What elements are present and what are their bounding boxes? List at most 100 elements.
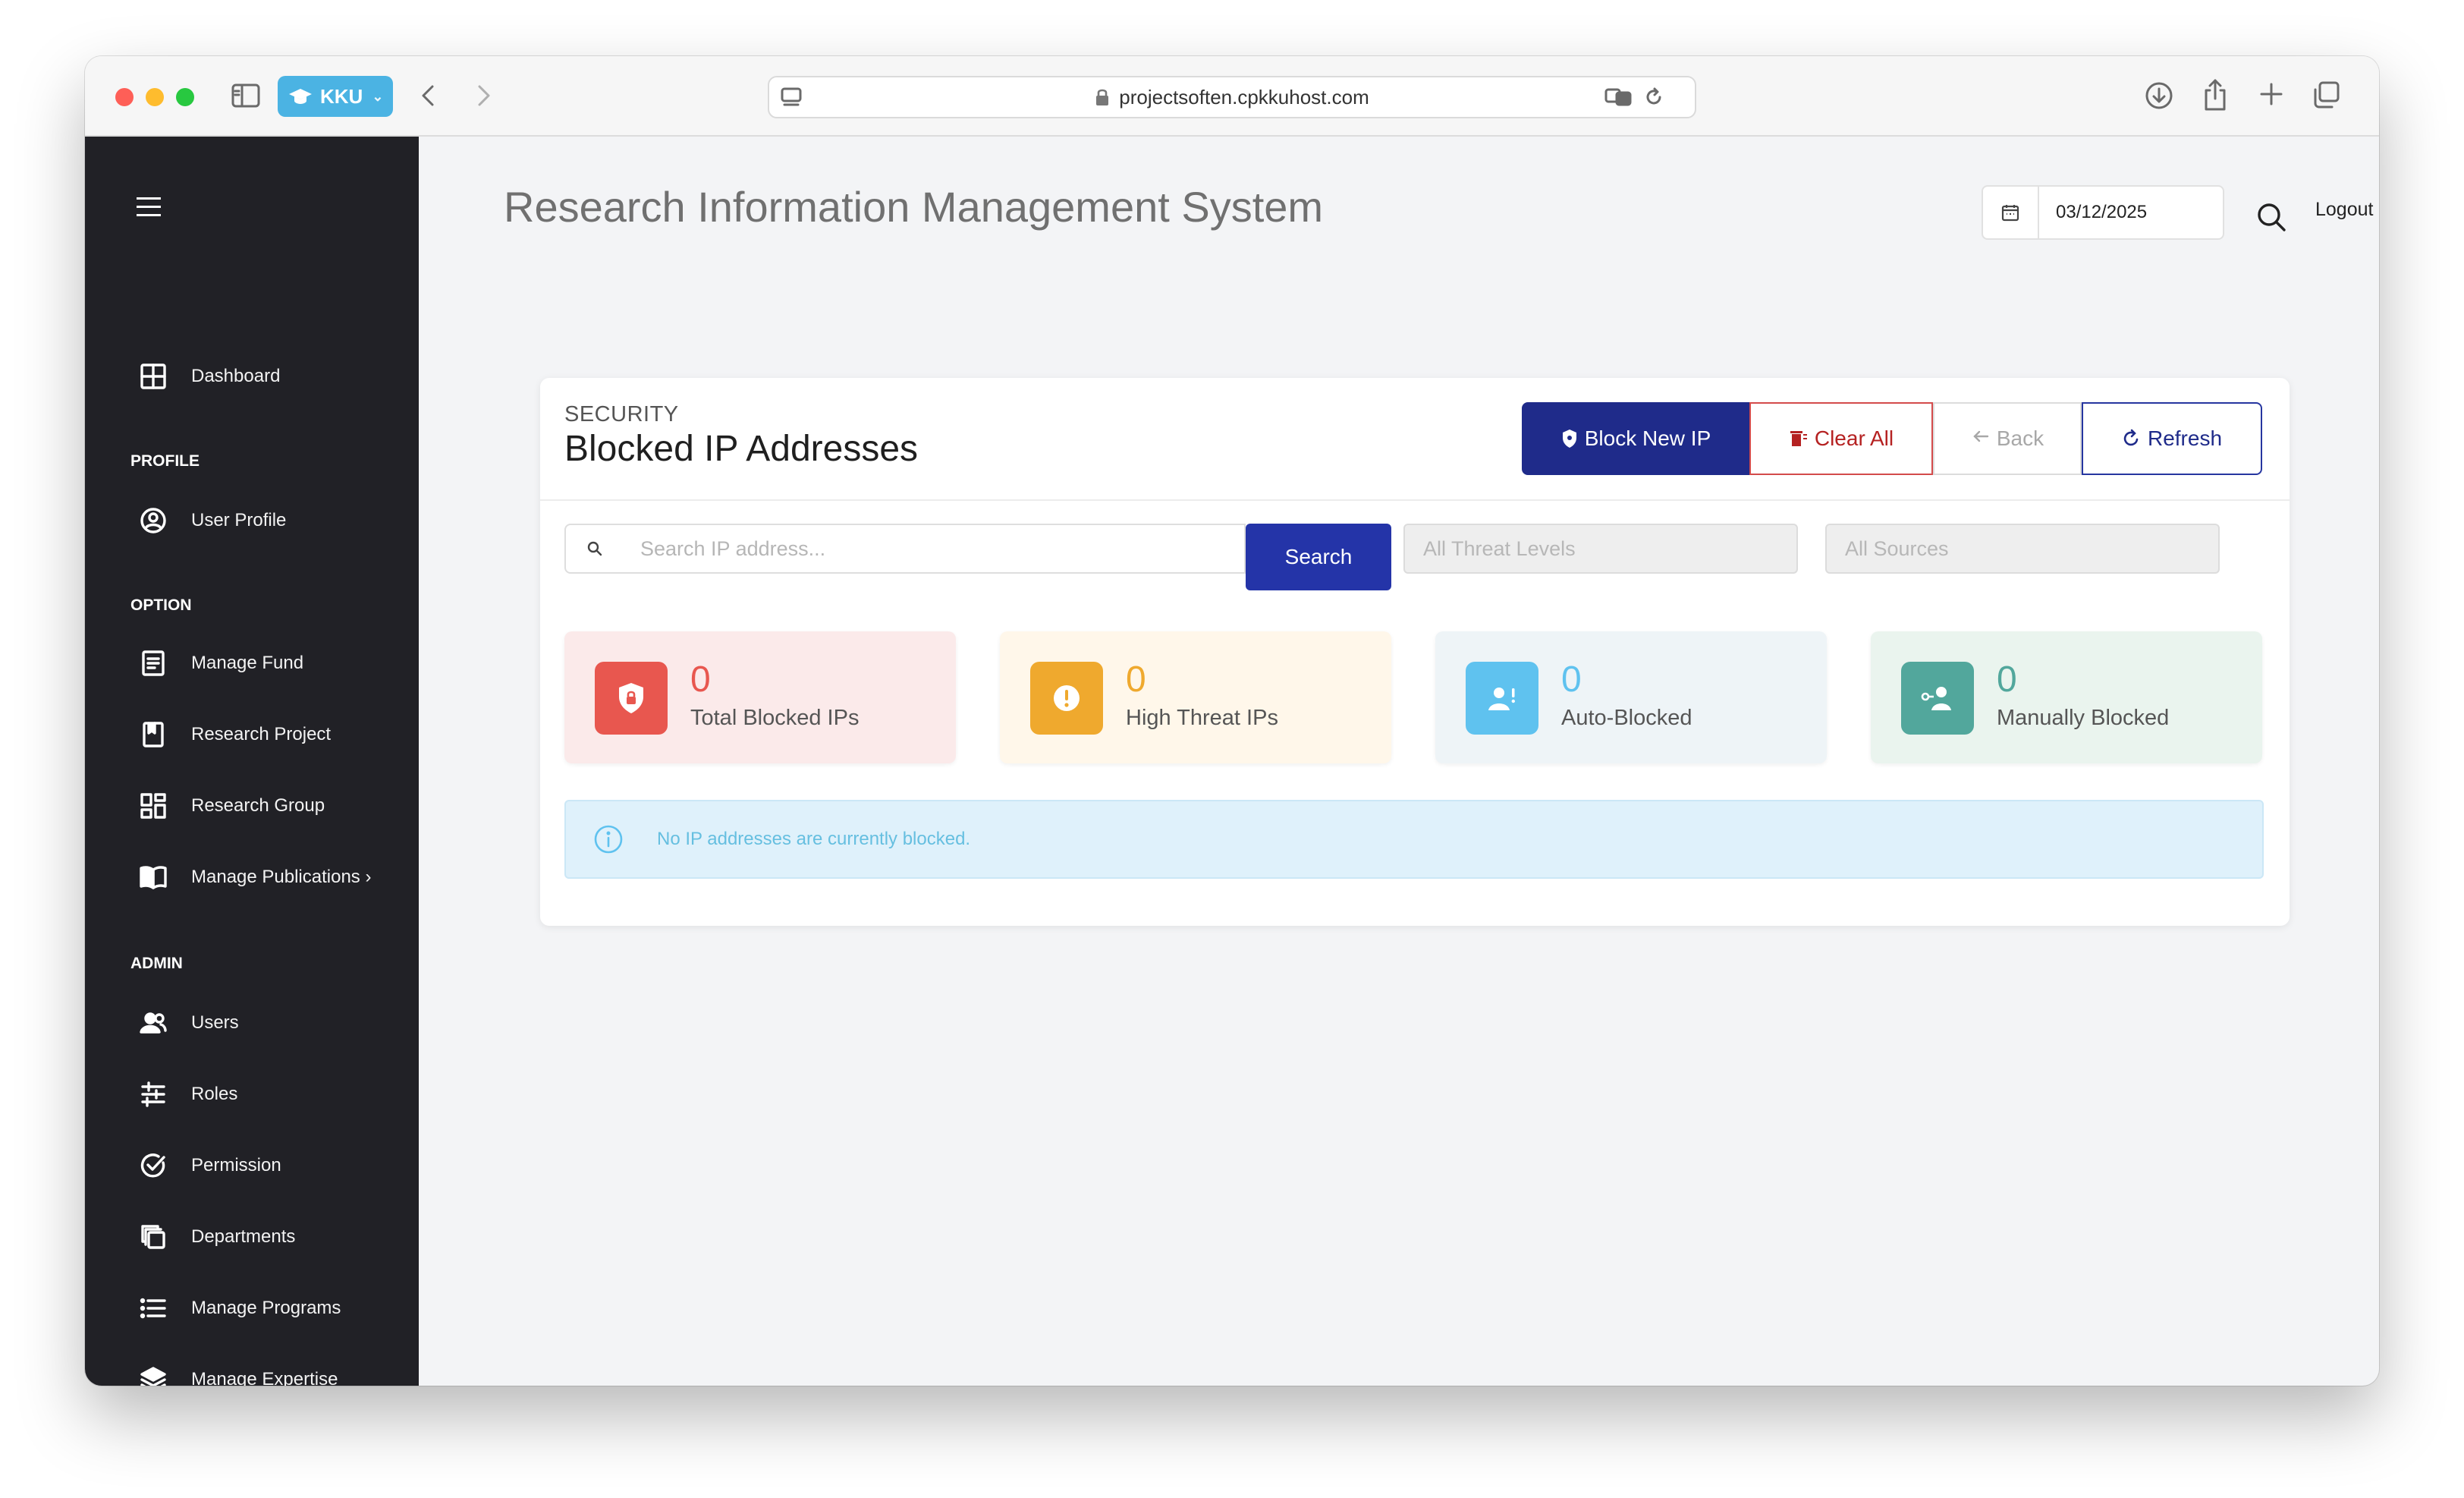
back-label: Back bbox=[1996, 426, 2044, 450]
browser-window: KKU ⌄ projectsoften.cpkkuhost.com Dashbo… bbox=[85, 56, 2379, 1386]
sidebar-item-label: Departments bbox=[191, 1226, 296, 1247]
close-window-button[interactable] bbox=[115, 88, 134, 106]
stat-auto-blocked: 0 Auto-Blocked bbox=[1435, 631, 1827, 763]
back-button[interactable]: Back bbox=[1933, 402, 2082, 475]
sidebar-item-label: User Profile bbox=[191, 510, 287, 530]
sidebar-item-label: Roles bbox=[191, 1084, 238, 1104]
document-icon bbox=[138, 648, 168, 678]
sidebar-item-label: Permission bbox=[191, 1155, 281, 1175]
sidebar-item-manage-publications[interactable]: Manage Publications › bbox=[138, 861, 371, 894]
layers-icon bbox=[138, 1364, 168, 1386]
lock-icon bbox=[1096, 89, 1109, 105]
translate-icon[interactable] bbox=[1604, 85, 1634, 109]
sidebar-item-users[interactable]: Users bbox=[138, 1006, 239, 1040]
maximize-window-button[interactable] bbox=[176, 88, 194, 106]
stat-label: Total Blocked IPs bbox=[690, 706, 860, 730]
sidebar-item-label: Manage Fund bbox=[191, 653, 304, 673]
graduation-cap-icon bbox=[289, 89, 312, 104]
sidebar-item-user-profile[interactable]: User Profile bbox=[138, 504, 286, 537]
stat-label: Auto-Blocked bbox=[1561, 706, 1692, 730]
stat-value: 0 bbox=[1126, 659, 1146, 700]
sidebar-item-permission[interactable]: Permission bbox=[138, 1149, 281, 1182]
reload-icon[interactable] bbox=[1642, 85, 1666, 109]
main-content: Research Information Management System 0… bbox=[419, 137, 2379, 1386]
refresh-button[interactable]: Refresh bbox=[2082, 402, 2262, 475]
sidebar-item-manage-expertise[interactable]: Manage Expertise bbox=[138, 1363, 338, 1386]
calendar-icon[interactable] bbox=[1983, 187, 2039, 238]
share-icon[interactable] bbox=[2200, 77, 2230, 112]
sidebar-item-label: Manage Programs bbox=[191, 1298, 341, 1318]
browser-toolbar: KKU ⌄ projectsoften.cpkkuhost.com bbox=[85, 56, 2379, 137]
page-title: Research Information Management System bbox=[504, 183, 1324, 231]
logout-link[interactable]: Logout bbox=[2315, 196, 2379, 223]
minimize-window-button[interactable] bbox=[146, 88, 164, 106]
info-message: No IP addresses are currently blocked. bbox=[657, 829, 971, 849]
stat-label: High Threat IPs bbox=[1126, 706, 1278, 730]
profile-pill[interactable]: KKU ⌄ bbox=[278, 76, 393, 117]
sidebar-item-label: Dashboard bbox=[191, 366, 281, 386]
date-value: 03/12/2025 bbox=[2056, 202, 2148, 222]
ip-search-input[interactable] bbox=[624, 524, 1246, 574]
sidebar-item-research-project[interactable]: Research Project bbox=[138, 718, 331, 751]
stat-label: Manually Blocked bbox=[1997, 706, 2170, 730]
search-icon[interactable] bbox=[2255, 200, 2288, 238]
threat-level-select[interactable]: All Threat Levels bbox=[1403, 524, 1798, 574]
sidebar-item-manage-fund[interactable]: Manage Fund bbox=[138, 647, 303, 680]
dashboard-icon bbox=[138, 361, 168, 392]
refresh-icon bbox=[2123, 429, 2139, 446]
sidebar-toggle-icon[interactable] bbox=[231, 82, 261, 109]
alert-circle-icon bbox=[1030, 662, 1103, 735]
clear-all-button[interactable]: Clear All bbox=[1749, 402, 1933, 475]
stat-manually-blocked: 0 Manually Blocked bbox=[1871, 631, 2262, 763]
arrow-left-icon bbox=[1973, 430, 1989, 442]
list-icon bbox=[138, 1293, 168, 1323]
sliders-icon bbox=[138, 1079, 168, 1109]
sidebar: Dashboard PROFILE User Profile OPTION Ma… bbox=[85, 137, 419, 1386]
card-title: Blocked IP Addresses bbox=[564, 429, 919, 469]
url-text: projectsoften.cpkkuhost.com bbox=[1119, 85, 1369, 109]
back-arrow-icon[interactable] bbox=[417, 82, 440, 109]
stat-high-threat: 0 High Threat IPs bbox=[1000, 631, 1391, 763]
new-tab-icon[interactable] bbox=[2256, 79, 2286, 109]
stat-value: 0 bbox=[1561, 659, 1582, 700]
sidebar-item-dashboard[interactable]: Dashboard bbox=[138, 360, 280, 393]
stat-total-blocked: 0 Total Blocked IPs bbox=[564, 631, 956, 763]
refresh-label: Refresh bbox=[2147, 426, 2223, 450]
trash-icon bbox=[1790, 431, 1807, 446]
action-button-group: Block New IP Clear All Back Refresh bbox=[1522, 402, 2262, 475]
sidebar-item-manage-programs[interactable]: Manage Programs bbox=[138, 1292, 341, 1325]
source-select[interactable]: All Sources bbox=[1825, 524, 2220, 574]
info-icon bbox=[594, 825, 623, 854]
shield-lock-icon bbox=[595, 662, 668, 735]
logout-label: Logout bbox=[2315, 198, 2374, 220]
date-picker[interactable]: 03/12/2025 bbox=[1982, 185, 2224, 240]
user-circle-icon bbox=[138, 505, 168, 536]
card-header: SECURITY Blocked IP Addresses Block New … bbox=[540, 378, 2290, 501]
hamburger-menu-icon[interactable] bbox=[137, 197, 161, 222]
clear-all-label: Clear All bbox=[1814, 426, 1894, 450]
download-icon[interactable] bbox=[2142, 79, 2176, 112]
sidebar-item-departments[interactable]: Departments bbox=[138, 1220, 295, 1254]
section-heading-option: OPTION bbox=[130, 596, 192, 614]
search-button[interactable]: Search bbox=[1246, 524, 1391, 590]
user-key-icon bbox=[1901, 662, 1974, 735]
section-heading-profile: PROFILE bbox=[130, 452, 200, 470]
stat-value: 0 bbox=[690, 659, 711, 700]
chevron-down-icon: ⌄ bbox=[372, 88, 384, 104]
sidebar-item-research-group[interactable]: Research Group bbox=[138, 789, 325, 823]
bookmark-icon bbox=[138, 719, 168, 750]
forward-arrow-icon[interactable] bbox=[472, 82, 495, 109]
block-new-ip-button[interactable]: Block New IP bbox=[1522, 402, 1749, 475]
blocked-ips-card: SECURITY Blocked IP Addresses Block New … bbox=[540, 378, 2290, 926]
sidebar-item-roles[interactable]: Roles bbox=[138, 1078, 237, 1111]
book-open-icon bbox=[138, 862, 168, 892]
tab-overview-icon[interactable] bbox=[2311, 79, 2343, 111]
sidebar-item-label: Research Project bbox=[191, 724, 332, 744]
sidebar-item-label: Research Group bbox=[191, 795, 325, 816]
profile-label: KKU bbox=[320, 84, 363, 108]
info-alert: No IP addresses are currently blocked. bbox=[564, 800, 2264, 879]
sidebar-item-label: Manage Publications › bbox=[191, 867, 372, 887]
address-bar[interactable]: projectsoften.cpkkuhost.com bbox=[768, 76, 1696, 118]
robot-user-icon bbox=[1466, 662, 1538, 735]
grid-icon bbox=[138, 791, 168, 821]
